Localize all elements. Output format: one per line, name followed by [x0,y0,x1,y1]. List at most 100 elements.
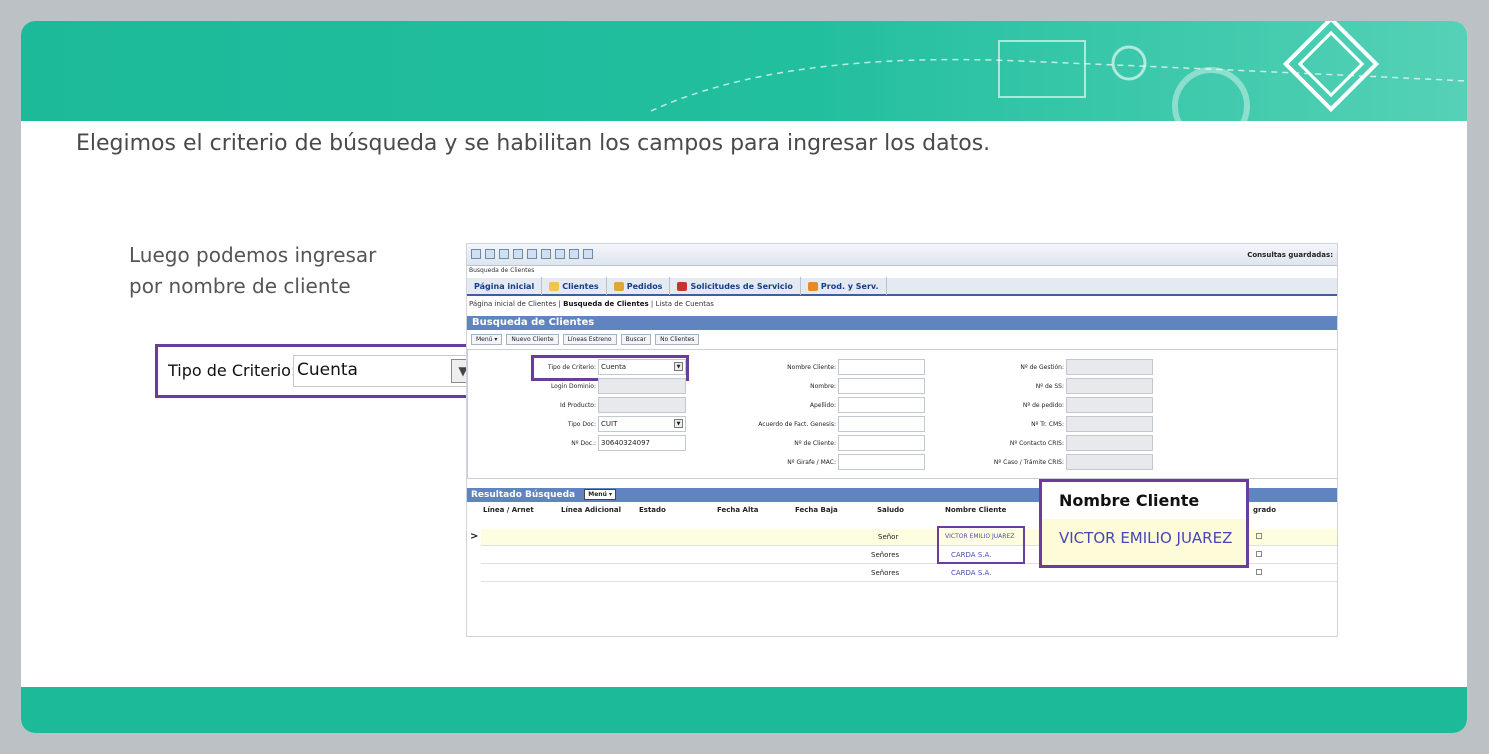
cart-icon [613,281,624,291]
side-note-line-2: por nombre de cliente [129,274,351,298]
app-toolbar: Consultas guardadas: [467,244,1337,266]
login-label: Login Dominio: [550,383,596,390]
breadcrumb-current: Busqueda de Clientes [563,300,649,308]
col-estado[interactable]: Estado [639,506,666,514]
nombre-label: Nombre: [810,383,836,390]
nro-doc-label: Nº Doc.: [571,440,596,447]
tab-pedidos[interactable]: Pedidos [607,277,671,295]
globe-icon[interactable] [499,249,509,259]
col-linea[interactable]: Línea / Arnet [483,506,534,514]
row-saludo: Señor [878,533,899,541]
save-icon[interactable] [471,249,481,259]
saved-queries[interactable]: Consultas guardadas: [1247,251,1333,259]
search-form: Tipo de Criterio: Cuenta ▼ Login Dominio… [467,349,1337,479]
breadcrumb-accounts[interactable]: Lista de Cuentas [655,300,713,308]
panel-title: Busqueda de Clientes [467,316,1337,330]
footer-bar [21,687,1467,733]
highlight-nombre-cliente [937,526,1025,564]
zoom-tipo-value: Cuenta [297,360,358,380]
row-nombre[interactable]: CARDA S.A. [951,569,991,577]
results-menu-button[interactable]: Menú ▾ [584,489,616,500]
crm-screenshot: Consultas guardadas: Busqueda de Cliente… [466,243,1338,637]
zoom-tipo-select[interactable]: Cuenta ▼ [293,355,480,387]
nro-cliente-label: Nº de Cliente: [794,440,836,447]
clock-icon[interactable] [569,249,579,259]
col-linea-adicional[interactable]: Línea Adicional [561,506,621,514]
zoom-nombre-value[interactable]: VICTOR EMILIO JUAREZ [1042,519,1246,565]
row-check[interactable] [1256,551,1262,559]
gestion-input [1066,359,1153,375]
col-fecha-baja[interactable]: Fecha Baja [795,506,838,514]
zoom-nombre-cliente: Nombre Cliente VICTOR EMILIO JUAREZ [1039,479,1249,568]
nombre-input[interactable] [838,378,925,394]
girafe-input[interactable] [838,454,925,470]
cms-input [1066,416,1153,432]
girafe-label: Nº Girafe / MAC: [787,459,836,466]
col-nombre-cliente[interactable]: Nombre Cliente [945,506,1006,514]
col-saludo[interactable]: Saludo [877,506,904,514]
brand-icon [1282,21,1380,113]
tab-productos[interactable]: Prod. y Serv. [801,277,887,295]
nro-doc-input[interactable]: 30640324097 [598,435,686,451]
login-input [598,378,686,394]
banner-decoration [650,21,1467,121]
gestion-label: Nº de Gestión: [1020,364,1064,371]
col-grado[interactable]: grado [1253,506,1276,514]
product-icon [807,281,818,291]
pedido-label: Nº de pedido: [1022,402,1064,409]
toolbox-icon [677,281,688,291]
breadcrumb-home[interactable]: Página inicial de Clientes [469,300,556,308]
search-toolbar: Menú ▾ Nuevo Cliente Líneas Estreno Busc… [467,332,700,346]
menu-button[interactable]: Menú ▾ [471,333,503,345]
new-client-button[interactable]: Nuevo Cliente [506,333,559,345]
new-lines-button[interactable]: Líneas Estreno [562,333,617,345]
apellido-input[interactable] [838,397,925,413]
tab-pagina-inicial[interactable]: Página inicial [467,277,543,295]
nombre-cliente-input[interactable] [838,359,925,375]
breadcrumb: Página inicial de Clientes | Busqueda de… [469,300,714,308]
side-note-line-1: Luego podemos ingresar [129,243,377,267]
ss-input [1066,378,1153,394]
row-saludo: Señores [871,569,900,577]
slide-headline: Elegimos el criterio de búsqueda y se ha… [76,131,991,156]
pedido-input [1066,397,1153,413]
search-button[interactable]: Buscar [620,333,652,345]
row-check[interactable] [1256,569,1262,577]
tipo-doc-select[interactable]: CUIT [598,416,686,432]
contacto-label: Nº Contacto CRIS: [1009,440,1064,447]
screen-title: Busqueda de Clientes [469,267,535,274]
chart-icon[interactable] [583,249,593,259]
col-fecha-alta[interactable]: Fecha Alta [717,506,758,514]
id-producto-label: Id Producto: [560,402,596,409]
folder-icon [549,281,560,291]
toolbar-icons [471,249,593,259]
contacto-input [1066,435,1153,451]
row-pointer-icon: > [470,531,479,542]
header-banner [21,21,1467,121]
apellido-label: Apellido: [809,402,836,409]
no-clients-button[interactable]: No Clientes [655,333,700,345]
row-saludo: Señores [871,551,900,559]
caso-label: Nº Caso / Trámite CRIS: [993,459,1064,466]
tipo-doc-label: Tipo Doc: [567,421,596,428]
side-note: Luego podemos ingresar por nombre de cli… [129,240,376,302]
print-icon[interactable] [555,249,565,259]
document-icon[interactable] [541,249,551,259]
zoom-nombre-header: Nombre Cliente [1042,482,1246,519]
acuerdo-input[interactable] [838,416,925,432]
nombre-cliente-label: Nombre Cliente: [787,364,836,371]
tab-clientes[interactable]: Clientes [542,277,607,295]
tab-bar: Página inicial Clientes Pedidos Solicitu… [467,277,1337,296]
tab-solicitudes[interactable]: Solicitudes de Servicio [670,277,801,295]
nro-cliente-input[interactable] [838,435,925,451]
chevron-down-icon[interactable]: ▼ [674,419,683,428]
row-check[interactable] [1256,533,1262,541]
zoom-tipo-label: Tipo de Criterio: [168,361,297,380]
ss-label: Nº de SS: [1035,383,1064,390]
help-icon[interactable] [527,249,537,259]
id-producto-input [598,397,686,413]
acuerdo-label: Acuerdo de Fact. Genesis: [758,421,836,428]
search-icon[interactable] [513,249,523,259]
copy-icon[interactable] [485,249,495,259]
zoom-tipo-criterio: Tipo de Criterio: Cuenta ▼ [155,344,490,398]
